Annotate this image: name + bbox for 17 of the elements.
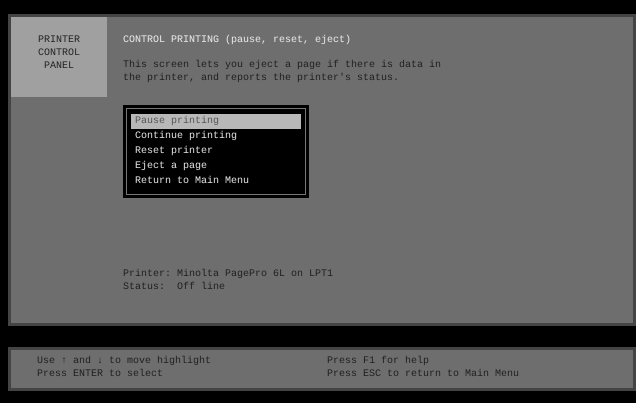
menu-item[interactable]: Pause printing [131,114,301,129]
panel-title: PRINTER [38,34,80,47]
panel-title: CONTROL [38,47,80,60]
menu-item[interactable]: Reset printer [131,144,301,159]
status-text: Printer: Minolta PagePro 6L on LPT1 [123,268,334,281]
help-text: Press ENTER to select [37,368,164,381]
menu-item[interactable]: Eject a page [131,159,301,174]
status-text: Status: Off line [123,281,226,294]
help-text: Use ↑ and ↓ to move highlight [37,355,212,368]
menu-item[interactable]: Return to Main Menu [131,174,301,189]
menu-item[interactable]: Continue printing [131,129,301,144]
screen-heading: CONTROL PRINTING (pause, reset, eject) [123,34,352,47]
help-text: Press F1 for help [327,355,430,368]
panel-title: PANEL [44,60,74,73]
help-text: Press ESC to return to Main Menu [327,368,520,381]
description-text: the printer, and reports the printer's status. [123,72,400,85]
description-text: This screen lets you eject a page if there is data in [123,59,442,72]
